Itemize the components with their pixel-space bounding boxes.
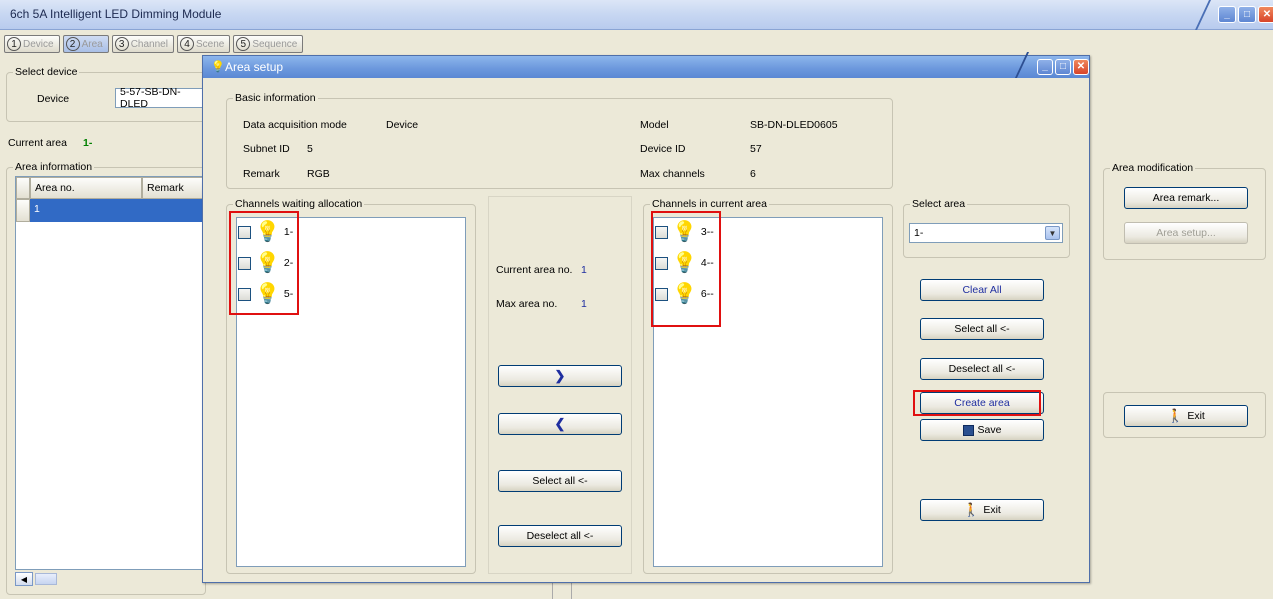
bg-divider: [552, 583, 553, 599]
max-area-no-label: Max area no.: [496, 298, 558, 310]
main-exit-button[interactable]: 🚶 Exit: [1124, 405, 1248, 427]
clear-all-button[interactable]: Clear All: [920, 279, 1044, 301]
current-area-value: 1-: [83, 137, 93, 149]
save-button[interactable]: Save: [920, 419, 1044, 441]
exit-icon: 🚶: [963, 502, 980, 517]
max-area-no-value: 1: [581, 298, 587, 310]
step-area[interactable]: 2 Area: [62, 35, 109, 53]
max-channels-value: 6: [750, 168, 756, 180]
exit-group: 🚶 Exit: [1103, 392, 1266, 438]
daq-label: Data acquisition mode: [243, 119, 347, 131]
dialog-title: Area setup: [225, 60, 284, 74]
minimize-button[interactable]: _: [1218, 6, 1236, 23]
daq-value: Device: [386, 119, 419, 131]
bg-panel-edge: [571, 583, 1086, 599]
remark-label: Remark: [243, 168, 280, 180]
device-id-label: Device ID: [640, 143, 686, 155]
save-icon: [962, 424, 974, 436]
grid-header-remark[interactable]: Remark: [142, 177, 208, 199]
select-all-right-button[interactable]: Select all <-: [920, 318, 1044, 340]
step-sequence[interactable]: 5 Sequence: [233, 35, 304, 53]
close-button[interactable]: ✕: [1258, 6, 1273, 23]
area-setup-button[interactable]: Area setup...: [1124, 222, 1248, 244]
subnet-label: Subnet ID: [243, 143, 290, 155]
dialog-title-decoration: [992, 52, 1030, 78]
table-cell-remark[interactable]: [142, 199, 208, 222]
highlight-create-area: [913, 390, 1041, 416]
lightbulb-icon: 💡: [211, 61, 225, 73]
highlight-current-channels: [651, 211, 721, 327]
current-area-label: Current area: [8, 137, 67, 149]
step-navigation: 1 Device 2 Area 3 Channel 4 Scene 5 Sequence: [4, 35, 304, 53]
device-label: Device: [37, 93, 70, 105]
dialog-maximize-button[interactable]: □: [1055, 59, 1071, 75]
subnet-value: 5: [307, 143, 313, 155]
scroll-left-icon[interactable]: ◀: [15, 572, 33, 586]
current-area-no-value: 1: [581, 264, 587, 276]
select-area-dropdown[interactable]: 1- ▼: [909, 223, 1063, 243]
area-information-group: Area information Area no. Remark 1 ◀: [6, 161, 208, 595]
select-area-group: Select area 1- ▼: [903, 198, 1070, 258]
maximize-button[interactable]: □: [1238, 6, 1256, 23]
horizontal-scrollbar-thumb[interactable]: [35, 573, 57, 585]
step-channel[interactable]: 3 Channel: [111, 35, 174, 53]
chevron-right-icon: ❯: [554, 368, 566, 383]
dialog-exit-button[interactable]: 🚶 Exit: [920, 499, 1044, 521]
grid-row-header-corner: [16, 177, 30, 199]
grid-row-selector[interactable]: [16, 199, 30, 222]
main-title-bar: 6ch 5A Intelligent LED Dimming Module _ …: [0, 0, 1273, 30]
grid-header-area-no[interactable]: Area no.: [30, 177, 142, 199]
chevron-down-icon[interactable]: ▼: [1045, 226, 1060, 240]
max-channels-label: Max channels: [640, 168, 705, 180]
move-right-button[interactable]: ❯: [498, 365, 622, 387]
dialog-minimize-button[interactable]: _: [1037, 59, 1053, 75]
table-row[interactable]: 1: [30, 199, 142, 222]
remark-value: RGB: [307, 168, 330, 180]
select-all-button[interactable]: Select all <-: [498, 470, 622, 492]
step-device[interactable]: 1 Device: [4, 35, 60, 53]
chevron-left-icon: ❮: [554, 416, 566, 431]
middle-control-panel: Current area no. 1 Max area no. 1 ❯ ❮ Se…: [488, 196, 632, 574]
area-remark-button[interactable]: Area remark...: [1124, 187, 1248, 209]
area-setup-dialog: 💡 Area setup _ □ ✕ Basic information Dat…: [202, 52, 1090, 583]
dialog-title-bar: 💡 Area setup _ □ ✕: [203, 52, 1089, 78]
device-id-value: 57: [750, 143, 762, 155]
window-title: 6ch 5A Intelligent LED Dimming Module: [10, 7, 222, 21]
step-scene[interactable]: 4 Scene: [176, 35, 231, 53]
select-device-group: Select device Device 5-57-SB-DN-DLED: [6, 66, 207, 122]
device-select[interactable]: 5-57-SB-DN-DLED: [115, 86, 207, 110]
deselect-all-right-button[interactable]: Deselect all <-: [920, 358, 1044, 380]
title-bar-decoration: [1173, 0, 1211, 30]
model-label: Model: [640, 119, 669, 131]
area-modification-group: Area modification Area remark... Area se…: [1103, 162, 1266, 260]
exit-icon: 🚶: [1167, 408, 1184, 423]
basic-information-group: Basic information Data acquisition mode …: [226, 92, 893, 189]
area-grid: Area no. Remark 1: [15, 176, 208, 570]
dialog-close-button[interactable]: ✕: [1073, 59, 1089, 75]
move-left-button[interactable]: ❮: [498, 413, 622, 435]
deselect-all-button[interactable]: Deselect all <-: [498, 525, 622, 547]
highlight-waiting-channels: [229, 211, 299, 315]
model-value: SB-DN-DLED0605: [750, 119, 838, 131]
current-area-no-label: Current area no.: [496, 264, 573, 276]
